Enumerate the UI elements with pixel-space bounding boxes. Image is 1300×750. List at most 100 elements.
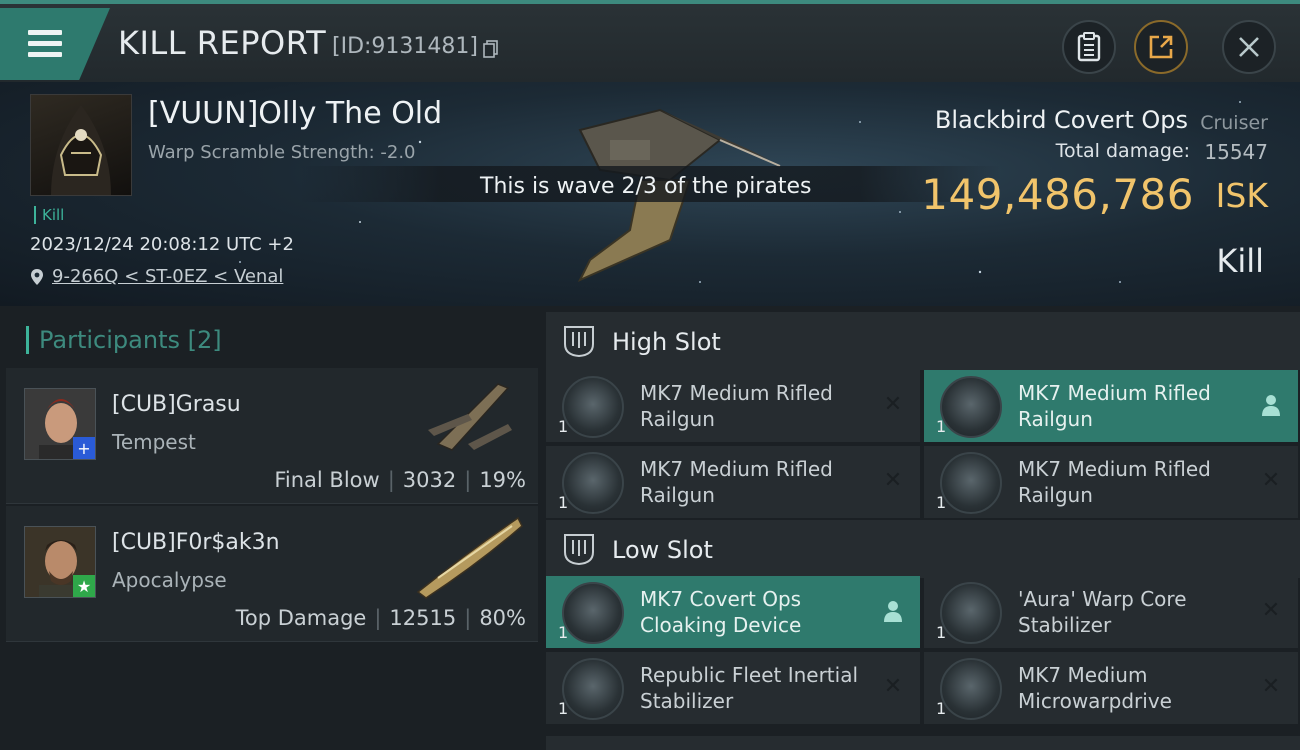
participant-stats: Final Blow | 3032 | 19%: [274, 468, 526, 492]
destroyed-x-icon: ✕: [883, 392, 903, 417]
dropped-person-icon: [884, 601, 902, 622]
participants-header: Participants [2]: [26, 326, 222, 354]
participant-damage: 12515: [389, 606, 457, 630]
copy-icon[interactable]: [483, 40, 499, 58]
module-slot[interactable]: 1 MK7 Medium Rifled Railgun ✕: [546, 446, 920, 518]
participant-stats: Top Damage | 12515 | 80%: [235, 606, 526, 630]
victim-ship-class: Cruiser: [1200, 112, 1268, 134]
module-quantity: 1: [558, 699, 569, 718]
low-slot-title: Low Slot: [612, 536, 713, 564]
plus-badge-icon: +: [73, 437, 95, 459]
clipboard-icon: [1077, 32, 1101, 62]
participants-count: [2]: [187, 326, 222, 354]
fitting-panel: High Slot 1 MK7 Medium Rifled Railgun ✕ …: [540, 306, 1300, 750]
module-slot[interactable]: 1 MK7 Covert Ops Cloaking Device: [546, 576, 920, 648]
participant-avatar[interactable]: +: [24, 388, 96, 460]
top-bar: KILL REPORT [ID:9131481]: [0, 0, 1300, 82]
kill-result: Kill: [1216, 242, 1264, 280]
module-slot[interactable]: 1 'Aura' Warp Core Stabilizer ✕: [924, 576, 1298, 648]
total-damage-label: Total damage:: [1055, 140, 1190, 162]
participant-percent: 80%: [479, 606, 526, 630]
location-link[interactable]: 9-266Q < ST-0EZ < Venal: [52, 266, 283, 287]
clipboard-button[interactable]: [1062, 20, 1116, 74]
report-id: [ID:9131481]: [332, 34, 478, 59]
module-quantity: 1: [936, 699, 947, 718]
destroyed-x-icon: ✕: [1261, 674, 1281, 699]
close-icon: [1239, 37, 1259, 57]
next-slot-header-partial: [546, 736, 1300, 750]
low-slot-icon: [564, 534, 594, 566]
module-name: MK7 Medium Rifled Railgun: [1018, 457, 1211, 507]
kill-location[interactable]: 9-266Q < ST-0EZ < Venal: [30, 266, 283, 287]
destroyed-x-icon: ✕: [1261, 598, 1281, 623]
railgun-icon: [940, 376, 1002, 438]
participant-name[interactable]: [CUB]Grasu: [112, 392, 241, 417]
participant-name[interactable]: [CUB]F0r$ak3n: [112, 530, 280, 555]
module-quantity: 1: [558, 623, 569, 642]
destroyed-x-icon: ✕: [883, 468, 903, 493]
wave-text: This is wave 2/3 of the pirates: [480, 174, 812, 199]
module-slot[interactable]: 1 MK7 Medium Rifled Railgun ✕: [546, 370, 920, 442]
participant-role: Top Damage: [235, 606, 367, 630]
low-slot-header: Low Slot: [546, 520, 1300, 578]
star-badge-icon: ★: [73, 575, 95, 597]
module-slot[interactable]: 1 MK7 Medium Microwarpdrive ✕: [924, 652, 1298, 724]
kill-datetime: 2023/12/24 20:08:12 UTC +2: [30, 234, 294, 255]
kill-banner: [VUUN]Olly The Old Warp Scramble Strengt…: [0, 82, 1300, 306]
module-quantity: 1: [936, 493, 947, 512]
participant-damage: 3032: [402, 468, 457, 492]
cloaking-device-icon: [562, 582, 624, 644]
module-quantity: 1: [558, 493, 569, 512]
location-pin-icon: [31, 268, 43, 285]
railgun-icon: [562, 452, 624, 514]
participant-avatar[interactable]: ★: [24, 526, 96, 598]
module-slot[interactable]: 1 Republic Fleet Inertial Stabilizer ✕: [546, 652, 920, 724]
victim-name[interactable]: [VUUN]Olly The Old: [148, 96, 442, 131]
share-icon: [1149, 35, 1173, 59]
module-name: MK7 Medium Rifled Railgun: [640, 457, 833, 507]
participant-ship-image: [428, 383, 512, 451]
module-name: MK7 Medium Rifled Railgun: [640, 381, 833, 431]
module-name: MK7 Covert Ops Cloaking Device: [640, 587, 802, 637]
module-quantity: 1: [936, 623, 947, 642]
participant-row[interactable]: + [CUB]Grasu Tempest Final Blow | 3032 | 19%: [6, 368, 538, 504]
high-slot-title: High Slot: [612, 328, 721, 356]
high-slot-icon: [564, 326, 594, 358]
participant-role: Final Blow: [274, 468, 380, 492]
module-name: 'Aura' Warp Core Stabilizer: [1018, 587, 1187, 637]
module-slot[interactable]: 1 MK7 Medium Rifled Railgun: [924, 370, 1298, 442]
share-button[interactable]: [1134, 20, 1188, 74]
module-quantity: 1: [936, 417, 947, 436]
close-button[interactable]: [1222, 20, 1276, 74]
victim-portrait[interactable]: [30, 94, 132, 196]
destroyed-x-icon: ✕: [883, 674, 903, 699]
isk-unit: ISK: [1215, 176, 1268, 215]
isk-value: 149,486,786: [921, 170, 1194, 219]
inertial-stabilizer-icon: [562, 658, 624, 720]
warp-core-stabilizer-icon: [940, 582, 1002, 644]
destroyed-x-icon: ✕: [1261, 468, 1281, 493]
kill-tag: Kill: [34, 206, 64, 224]
module-name: MK7 Medium Rifled Railgun: [1018, 381, 1211, 431]
dropped-person-icon: [1262, 395, 1280, 416]
victim-ship-name[interactable]: Blackbird Covert Ops: [935, 106, 1188, 134]
participant-ship: Apocalypse: [112, 568, 227, 592]
participant-ship-image: [416, 516, 523, 599]
participant-percent: 19%: [479, 468, 526, 492]
microwarpdrive-icon: [940, 658, 1002, 720]
participants-panel: Participants [2] + [CUB]Grasu Tempest Fi…: [0, 306, 540, 750]
hamburger-menu-icon: [28, 30, 62, 58]
module-quantity: 1: [558, 417, 569, 436]
module-name: Republic Fleet Inertial Stabilizer: [640, 663, 859, 713]
page-title: KILL REPORT: [118, 24, 327, 62]
helmet-avatar-icon: [51, 105, 111, 195]
warp-scramble-strength: Warp Scramble Strength: -2.0: [148, 142, 416, 163]
railgun-icon: [562, 376, 624, 438]
participant-row[interactable]: ★ [CUB]F0r$ak3n Apocalypse Top Damage | 12…: [6, 506, 538, 642]
high-slot-header: High Slot: [546, 312, 1300, 370]
participant-ship: Tempest: [112, 430, 196, 454]
railgun-icon: [940, 452, 1002, 514]
module-slot[interactable]: 1 MK7 Medium Rifled Railgun ✕: [924, 446, 1298, 518]
menu-button[interactable]: [0, 8, 110, 80]
total-damage-value: 15547: [1204, 140, 1268, 164]
